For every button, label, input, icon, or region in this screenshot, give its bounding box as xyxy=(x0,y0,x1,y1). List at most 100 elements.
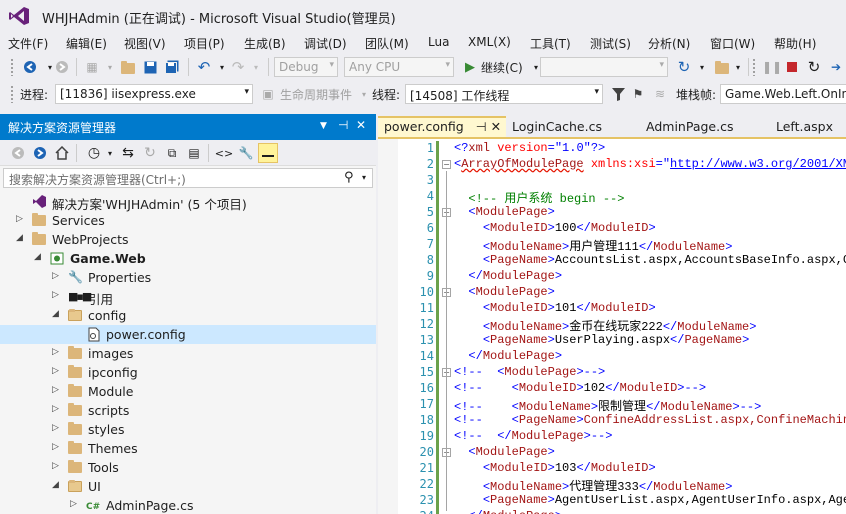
expanded-chevron-icon[interactable]: ◢ xyxy=(16,233,23,243)
refresh-dropdown-icon[interactable]: ▾ xyxy=(692,57,712,77)
stop-icon[interactable] xyxy=(782,57,802,77)
collapsed-chevron-icon[interactable]: ▷ xyxy=(52,347,59,357)
menu-item[interactable]: XML(X) xyxy=(468,35,511,49)
tree-node[interactable]: ▷ C# AdminPage.cs xyxy=(0,496,376,514)
code-line[interactable]: <PageName>UserPlaying.aspx</PageName> xyxy=(454,333,749,347)
solution-search-input[interactable]: 搜索解决方案资源管理器(Ctrl+;) xyxy=(3,168,373,188)
empty-combo[interactable]: ▾ xyxy=(540,57,668,77)
tree-node[interactable]: ▷ Services xyxy=(0,211,376,230)
code-line[interactable]: <!-- 用户系统 begin --> xyxy=(454,189,624,206)
tree-node[interactable]: ◢ WebProjects xyxy=(0,230,376,249)
window-position-icon[interactable]: ▼ xyxy=(320,121,327,131)
pending-dropdown-icon[interactable]: ▾ xyxy=(100,143,120,163)
lifecycle-events-button[interactable]: 生命周期事件 xyxy=(280,86,352,103)
preview-selected-icon[interactable] xyxy=(258,143,278,163)
code-editor[interactable]: 1 <?xml version="1.0"?> 2− <ArrayOfModulePa… xyxy=(378,139,846,514)
tree-node[interactable]: ◢ config xyxy=(0,306,376,325)
restart-icon[interactable]: ↻ xyxy=(804,57,824,77)
collapsed-chevron-icon[interactable]: ▷ xyxy=(52,461,59,471)
redo-dropdown-icon[interactable]: ▾ xyxy=(246,57,266,77)
code-line[interactable]: <!-- <ModuleName>限制管理</ModuleName>--> xyxy=(454,397,761,414)
menu-item[interactable]: 团队(M) xyxy=(365,35,409,52)
save-icon[interactable] xyxy=(140,57,160,77)
code-line[interactable]: <ModuleID>103</ModuleID> xyxy=(454,461,656,475)
toolbar-grip[interactable] xyxy=(752,58,756,76)
refresh-icon[interactable]: ↻ xyxy=(674,57,694,77)
continue-button[interactable]: 继续(C) xyxy=(481,59,523,76)
menu-item[interactable]: 视图(V) xyxy=(124,35,166,52)
menu-item[interactable]: 生成(B) xyxy=(244,35,286,52)
menu-item[interactable]: 分析(N) xyxy=(648,35,690,52)
lifecycle-events-icon[interactable]: ▣ xyxy=(258,84,278,104)
collapsed-chevron-icon[interactable]: ▷ xyxy=(16,214,23,224)
redo-icon[interactable]: ↷ xyxy=(228,57,248,77)
search-icon[interactable]: ⚲ xyxy=(344,170,354,185)
menu-item[interactable]: 测试(S) xyxy=(590,35,631,52)
pin-tab-icon[interactable]: ⊣ xyxy=(472,119,491,134)
show-next-statement-icon[interactable]: ➔ xyxy=(826,57,846,77)
collapsed-chevron-icon[interactable]: ▷ xyxy=(52,385,59,395)
menu-item[interactable]: 文件(F) xyxy=(8,35,48,52)
flag-threads-icon[interactable]: ⚑ xyxy=(628,84,648,104)
expanded-chevron-icon[interactable]: ◢ xyxy=(52,480,59,490)
new-dropdown-icon[interactable]: ▾ xyxy=(100,57,120,77)
code-line[interactable]: </ModulePage> xyxy=(454,269,562,283)
menu-item[interactable]: 编辑(E) xyxy=(66,35,107,52)
code-line[interactable]: </ModulePage> xyxy=(454,349,562,363)
collapsed-chevron-icon[interactable]: ▷ xyxy=(52,366,59,376)
close-icon[interactable]: ✕ xyxy=(356,118,366,132)
code-line[interactable]: </ModulePage> xyxy=(454,509,562,514)
tree-node[interactable]: ▷ Module xyxy=(0,382,376,401)
code-line[interactable]: <ModuleName>金币在线玩家222</ModuleName> xyxy=(454,317,757,334)
code-line[interactable]: <ModulePage> xyxy=(454,205,554,219)
search-options-icon[interactable]: ▾ xyxy=(362,173,366,182)
tree-node[interactable]: ▷ scripts xyxy=(0,401,376,420)
close-tab-icon[interactable]: ✕ xyxy=(491,119,501,134)
collapsed-chevron-icon[interactable]: ▷ xyxy=(52,271,59,281)
pin-icon[interactable]: ⊣ xyxy=(338,118,348,132)
editor-tab[interactable]: LoginCache.cs xyxy=(506,116,608,138)
refresh-icon[interactable]: ↻ xyxy=(140,143,160,163)
editor-tab[interactable]: power.config ⊣ ✕ xyxy=(378,116,506,138)
stackframe-select[interactable]: Game.Web.Left.OnIni xyxy=(720,84,846,104)
pause-icon[interactable]: ❚❚ xyxy=(762,57,782,77)
tree-node[interactable]: ▷ images xyxy=(0,344,376,363)
collapsed-chevron-icon[interactable]: ▷ xyxy=(52,404,59,414)
filter-icon[interactable] xyxy=(608,84,628,104)
menu-item[interactable]: 调试(D) xyxy=(304,35,347,52)
expanded-chevron-icon[interactable]: ◢ xyxy=(52,309,59,319)
editor-tab[interactable]: AdminPage.cs xyxy=(640,116,739,138)
tree-node[interactable]: ▷ 🔧 Properties xyxy=(0,268,376,287)
code-line[interactable]: <!-- <ModulePage>--> xyxy=(454,365,605,379)
collapsed-chevron-icon[interactable]: ▷ xyxy=(52,442,59,452)
solution-config-select[interactable]: Debug ▾ xyxy=(274,57,338,77)
show-threads-icon[interactable]: ≋ xyxy=(650,84,670,104)
code-line[interactable]: <PageName>AgentUserList.aspx,AgentUserIn… xyxy=(454,493,846,507)
menu-item[interactable]: Lua xyxy=(428,35,449,49)
view-code-icon[interactable]: <> xyxy=(214,143,234,163)
code-line[interactable]: <ArrayOfModulePage xmlns:xsi="http://www… xyxy=(454,157,846,171)
undo-icon[interactable]: ↶ xyxy=(194,57,214,77)
forward-icon[interactable] xyxy=(52,57,72,77)
tree-node[interactable]: ◢ UI xyxy=(0,477,376,496)
new-project-icon[interactable]: ▦ xyxy=(82,57,102,77)
show-all-files-icon[interactable]: ▤ xyxy=(184,143,204,163)
toolbar-grip[interactable] xyxy=(10,58,14,76)
code-line[interactable]: <ModuleName>用户管理111</ModuleName> xyxy=(454,237,733,254)
process-select[interactable]: [11836] iisexpress.exe ▾ xyxy=(55,84,253,104)
code-line[interactable]: <ModuleID>101</ModuleID> xyxy=(454,301,656,315)
properties-wrench-icon[interactable]: 🔧 xyxy=(236,143,256,163)
editor-tab[interactable]: Left.aspx xyxy=(770,116,839,138)
menu-item[interactable]: 窗口(W) xyxy=(710,35,755,52)
code-line[interactable]: <!-- </ModulePage>--> xyxy=(454,429,612,443)
back-icon[interactable] xyxy=(20,57,40,77)
forward-icon[interactable] xyxy=(30,143,50,163)
continue-play-icon[interactable]: ▶ xyxy=(460,57,480,77)
home-icon[interactable] xyxy=(52,143,72,163)
sync-icon[interactable]: ⇆ xyxy=(118,143,138,163)
toolbar-grip[interactable] xyxy=(10,85,14,103)
menu-item[interactable]: 项目(P) xyxy=(184,35,225,52)
code-line[interactable]: <ModuleName>代理管理333</ModuleName> xyxy=(454,477,733,494)
tree-node[interactable]: ▷ styles xyxy=(0,420,376,439)
code-line[interactable]: <PageName>AccountsList.aspx,AccountsBase… xyxy=(454,253,846,267)
